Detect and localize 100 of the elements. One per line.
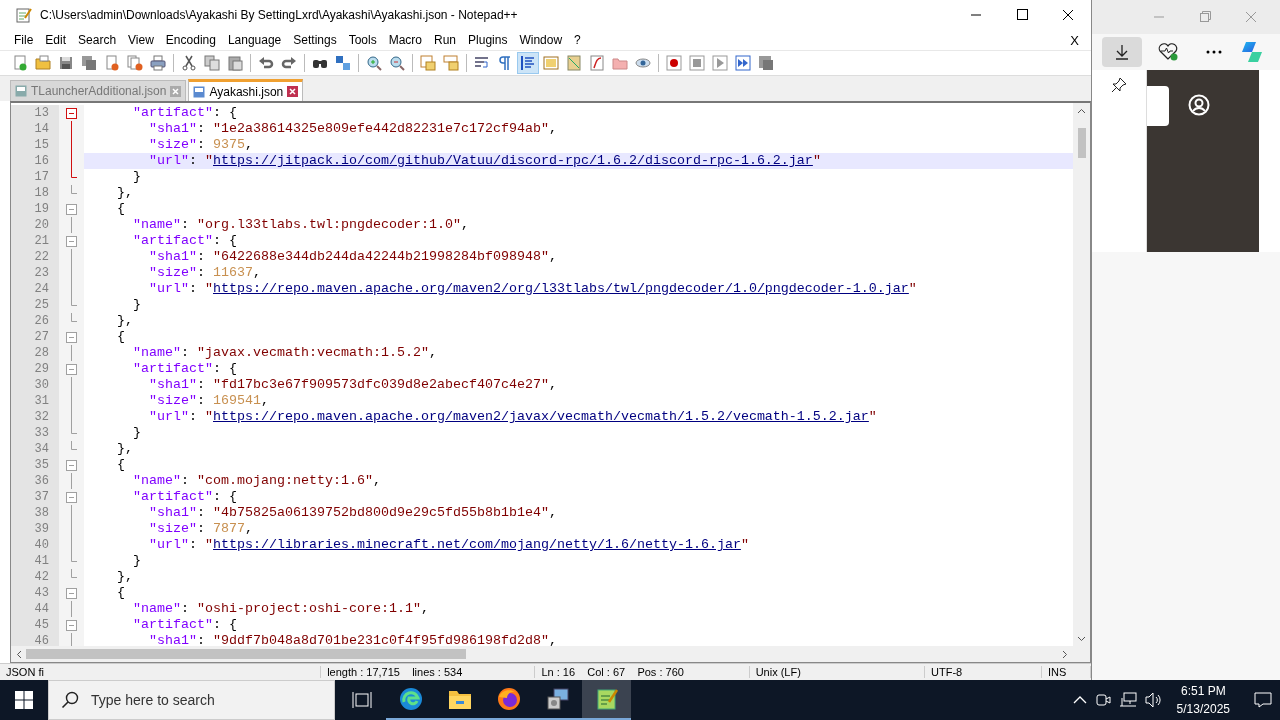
code-line: "sha1": "fd17bc3e67f909573dfc039d8e2abecf407c4e27", <box>148 377 558 393</box>
menu-item[interactable]: Plugins <box>462 31 514 49</box>
chevron-up-icon[interactable] <box>1072 696 1087 704</box>
redo-icon[interactable] <box>281 55 297 71</box>
map-icon[interactable] <box>566 55 582 71</box>
menu-item[interactable]: Language <box>221 31 288 49</box>
code-line: }, <box>116 441 134 457</box>
fold-toggle-icon[interactable] <box>66 107 77 119</box>
undo-icon[interactable] <box>258 55 274 71</box>
scroll-thumb[interactable] <box>26 649 466 659</box>
fold-toggle-icon[interactable] <box>66 203 77 215</box>
close-document-button[interactable]: X <box>1064 30 1085 50</box>
url-link[interactable]: https://libraries.minecraft.net/com/mojang/netty/1.6/netty-1.6.jar <box>213 537 741 552</box>
status-field: JSON fi <box>0 666 322 678</box>
fold-toggle-icon[interactable] <box>66 587 77 599</box>
file-tab[interactable]: Ayakashi.json <box>188 79 304 101</box>
code-line: "size": 7877, <box>148 521 254 537</box>
fold-toggle-icon[interactable] <box>66 363 77 375</box>
code-line: "artifact": { <box>132 105 238 121</box>
close-all-icon[interactable] <box>127 55 143 71</box>
code-line: }, <box>116 569 134 585</box>
menu-item[interactable]: ? <box>568 31 587 49</box>
camera-icon[interactable] <box>1094 692 1111 708</box>
fold-toggle-icon[interactable] <box>66 331 77 343</box>
replace-icon[interactable] <box>335 55 351 71</box>
menu-item[interactable]: Encoding <box>159 31 222 49</box>
notification-icon[interactable] <box>1254 692 1272 708</box>
line-number: 41 <box>11 553 59 569</box>
pin-icon[interactable] <box>1110 76 1128 94</box>
fold-toggle-icon[interactable] <box>66 491 77 503</box>
new-file-icon[interactable] <box>12 55 28 71</box>
stop-icon[interactable] <box>689 55 705 71</box>
eye-icon[interactable] <box>635 55 651 71</box>
menu-item[interactable]: Edit <box>39 31 73 49</box>
menu-item[interactable]: View <box>122 31 160 49</box>
folder-icon[interactable] <box>35 55 51 71</box>
menu-item[interactable]: Search <box>72 31 123 49</box>
zoom-out-icon[interactable] <box>389 55 405 71</box>
close-tab-icon[interactable] <box>287 86 299 97</box>
fast-forward-icon[interactable] <box>735 55 751 71</box>
heart-pulse-icon[interactable] <box>1158 43 1178 61</box>
line-number: 20 <box>11 217 59 233</box>
indent-guide-icon[interactable] <box>520 55 536 71</box>
play-icon[interactable] <box>712 55 728 71</box>
copilot-logo-icon[interactable] <box>1240 40 1264 64</box>
menu-item[interactable]: Run <box>428 31 463 49</box>
notepad-app-icon <box>594 687 619 711</box>
pilcrow-icon[interactable] <box>497 55 513 71</box>
network-icon[interactable] <box>1118 692 1137 708</box>
line-number: 14 <box>11 121 59 137</box>
scroll-up-icon[interactable] <box>1077 108 1086 114</box>
taskbar-button[interactable] <box>582 680 631 720</box>
folder-icon[interactable] <box>612 55 628 71</box>
search-bar[interactable]: Type here to search <box>48 680 335 720</box>
save-macro-icon[interactable] <box>758 55 774 71</box>
scissors-icon[interactable] <box>181 55 197 71</box>
printer-icon[interactable] <box>150 55 166 71</box>
code-line: } <box>132 169 142 185</box>
sync-vertical-icon[interactable] <box>420 55 436 71</box>
close-file-icon[interactable] <box>104 55 120 71</box>
menu-item[interactable]: Tools <box>342 31 383 49</box>
record-icon[interactable] <box>666 55 682 71</box>
code-line: "size": 169541, <box>148 393 270 409</box>
menu-item[interactable]: Settings <box>287 31 343 49</box>
word-wrap-icon[interactable] <box>474 55 490 71</box>
zoom-in-icon[interactable] <box>366 55 382 71</box>
code-line: "sha1": "9ddf7b048a8d701be231c0f4f95fd986198fd2d8", <box>148 633 558 646</box>
code-line: "url": "https://repo.maven.apache.org/maven2/org/l33tlabs/twl/pngdecoder/1.0/pngdecoder-1.0.jar" <box>148 281 918 297</box>
fold-toggle-icon[interactable] <box>66 459 77 471</box>
save-icon[interactable] <box>58 55 74 71</box>
firefox-icon <box>496 687 521 711</box>
sync-horizontal-icon[interactable] <box>443 55 459 71</box>
line-number: 34 <box>11 441 59 457</box>
task-view-icon <box>351 691 372 709</box>
scroll-down-icon[interactable] <box>1077 636 1086 642</box>
fold-toggle-icon[interactable] <box>66 619 77 631</box>
code-line: "artifact": { <box>132 489 238 505</box>
scroll-thumb[interactable] <box>1077 128 1086 158</box>
url-link[interactable]: https://repo.maven.apache.org/maven2/org/l33tlabs/twl/pngdecoder/1.0/pngdecoder-1.0.jar <box>213 281 909 296</box>
close-tab-icon[interactable] <box>170 85 182 97</box>
search-field[interactable]: Type here to search <box>89 691 323 709</box>
menu-item[interactable]: File <box>8 31 40 49</box>
url-link[interactable]: https://jitpack.io/com/github/Vatuu/discord-rpc/1.6.2/discord-rpc-1.6.2.jar <box>213 153 813 168</box>
url-link[interactable]: https://repo.maven.apache.org/maven2/javax/vecmath/vecmath/1.5.2/vecmath-1.5.2.jar <box>213 409 869 424</box>
windows-start-icon[interactable] <box>15 691 33 709</box>
user-icon[interactable] <box>1188 94 1210 116</box>
menu-item[interactable]: Macro <box>382 31 428 49</box>
status-field: Unix (LF) <box>749 666 925 678</box>
scroll-right-icon[interactable] <box>1062 649 1068 659</box>
menu-item[interactable]: Window <box>513 31 569 49</box>
paste-icon[interactable] <box>227 55 243 71</box>
volume-icon[interactable] <box>1144 692 1163 708</box>
save-all-icon[interactable] <box>81 55 97 71</box>
input-field[interactable] <box>1147 86 1169 126</box>
copy-icon[interactable] <box>204 55 220 71</box>
more-icon[interactable] <box>1206 50 1222 54</box>
scroll-left-icon[interactable] <box>16 649 22 659</box>
fold-toggle-icon[interactable] <box>66 235 77 247</box>
function-list-icon[interactable] <box>589 55 605 71</box>
download-button[interactable] <box>1102 37 1142 67</box>
